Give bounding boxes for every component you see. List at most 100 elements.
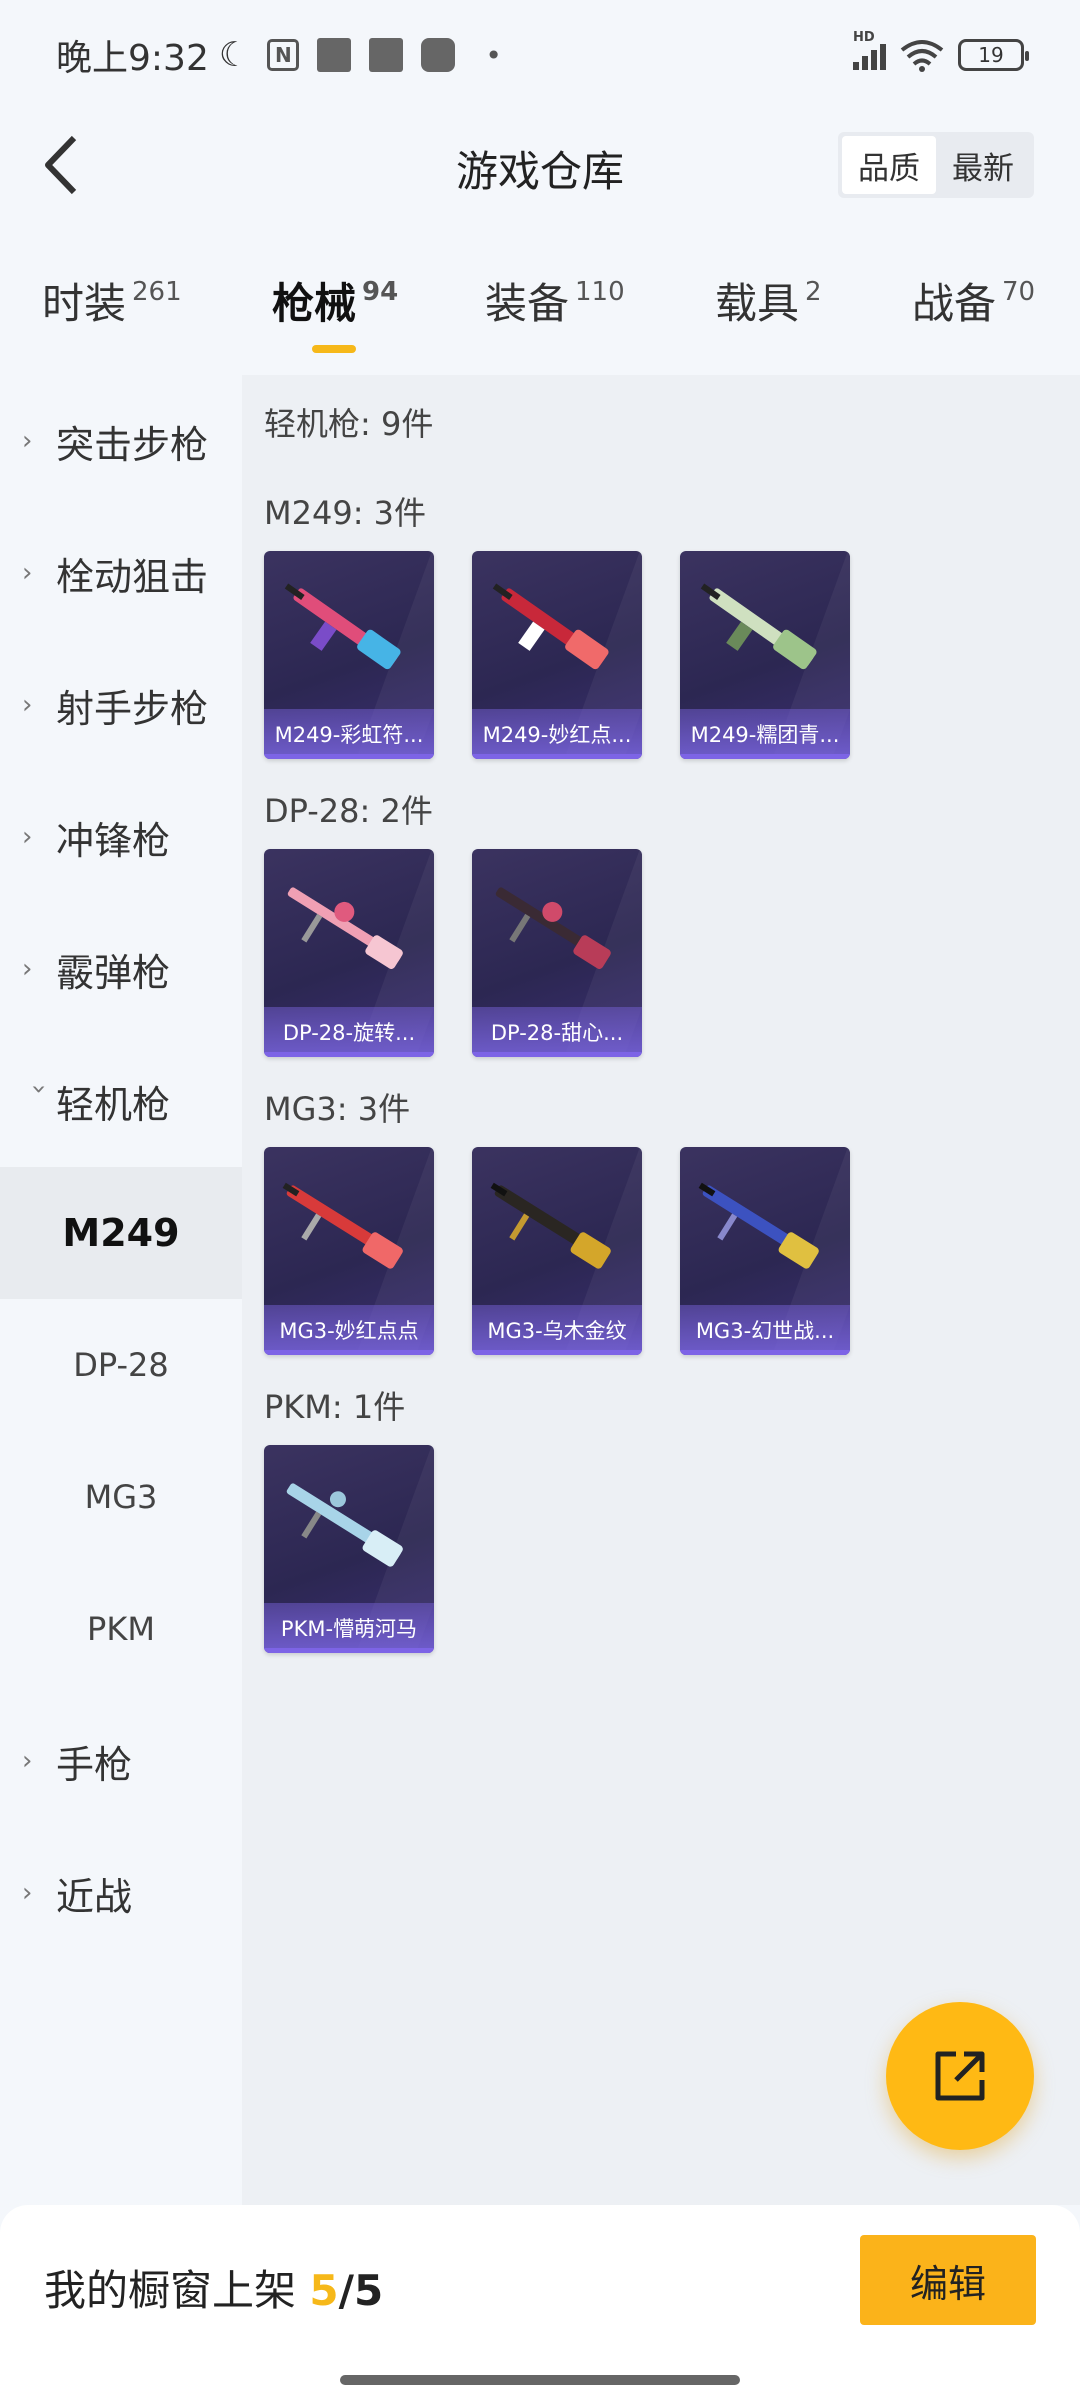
moon-icon: ☾ (218, 35, 250, 75)
sort-newest-button[interactable]: 最新 (936, 136, 1030, 194)
tab-count: 2 (805, 277, 822, 307)
item-card[interactable]: M249-妙红点... (472, 551, 642, 759)
item-name: MG3-乌木金纹 (472, 1305, 642, 1355)
sidebar-item-melee[interactable]: › 近战 (0, 1827, 242, 1959)
sidebar-subitem-pkm[interactable]: PKM (0, 1563, 242, 1695)
item-name: MG3-妙红点点 (264, 1305, 434, 1355)
sidebar-subitem-dp28[interactable]: DP-28 (0, 1299, 242, 1431)
sidebar-item-marksman-rifle[interactable]: › 射手步枪 (0, 639, 242, 771)
share-external-icon (935, 2051, 985, 2101)
sidebar-item-assault-rifle[interactable]: › 突击步枪 (0, 375, 242, 507)
item-name: M249-彩虹符... (264, 709, 434, 759)
status-time: 晚上9:32 (56, 38, 209, 79)
chevron-right-icon: › (22, 1746, 33, 1776)
tab-count: 94 (362, 277, 399, 307)
sidebar-item-bolt-sniper[interactable]: › 栓动狙击 (0, 507, 242, 639)
weapon-category-sidebar: › 突击步枪 › 栓动狙击 › 射手步枪 › 冲锋枪 › 霰弹枪 › 轻机枪 M249 DP… (0, 375, 242, 2205)
tab-firearms[interactable]: 枪械 94 (272, 270, 398, 331)
sort-quality-button[interactable]: 品质 (842, 136, 936, 194)
sidebar-subitem-m249[interactable]: M249 (0, 1167, 242, 1299)
gun-skin-image (490, 1182, 611, 1269)
showcase-label: 我的橱窗上架 (44, 2266, 297, 2315)
gun-skin-image (700, 583, 817, 670)
sidebar-item-label: 手枪 (56, 1742, 133, 1787)
tab-combat-gear[interactable]: 战备 70 (912, 270, 1035, 331)
chevron-right-icon: › (22, 690, 33, 720)
item-grid-panel: 轻机枪: 9件 M249: 3件 M249-彩虹符... M249-妙红点...… (242, 375, 1080, 2205)
more-notifications-icon: • (485, 38, 502, 72)
sidebar-item-lmg[interactable]: › 轻机枪 (0, 1035, 242, 1167)
tab-label: 战备 (912, 279, 997, 328)
notification-icon (317, 38, 352, 72)
sidebar-item-label: 近战 (56, 1874, 133, 1919)
sidebar-item-pistol[interactable]: › 手枪 (0, 1695, 242, 1827)
item-card[interactable]: M249-糯团青... (680, 551, 850, 759)
status-bar: 晚上9:32 ☾ N • HD 19 (0, 0, 1080, 110)
showcase-total: /5 (338, 2266, 384, 2315)
sidebar-item-label: 射手步枪 (56, 686, 209, 731)
sidebar-item-label: 突击步枪 (56, 422, 209, 467)
group-title-mg3: MG3: 3件 (264, 1090, 411, 1128)
tab-label: 枪械 (272, 279, 357, 328)
chevron-right-icon: › (22, 822, 33, 852)
item-name: DP-28-旋转... (264, 1007, 434, 1057)
tab-label: 载具 (715, 279, 800, 328)
group-title-dp28: DP-28: 2件 (264, 792, 433, 830)
category-summary: 轻机枪: 9件 (264, 405, 434, 443)
item-name: PKM-懵萌河马 (264, 1603, 434, 1653)
notification-icon (369, 38, 404, 72)
wifi-icon (900, 40, 944, 72)
item-card[interactable]: MG3-乌木金纹 (472, 1147, 642, 1355)
gun-skin-image (492, 583, 609, 670)
hd-badge: HD (853, 30, 875, 45)
item-name: M249-糯团青... (680, 709, 850, 759)
item-name: MG3-幻世战... (680, 1305, 850, 1355)
group-title-pkm: PKM: 1件 (264, 1388, 406, 1426)
sidebar-item-label: 霰弹枪 (56, 950, 171, 995)
showcase-bar: 我的橱窗上架 5/5 编辑 (0, 2205, 1080, 2400)
sidebar-item-label: 冲锋枪 (56, 818, 171, 863)
item-card[interactable]: DP-28-甜心... (472, 849, 642, 1057)
sidebar-item-label: 轻机枪 (56, 1082, 171, 1127)
sidebar-subitem-mg3[interactable]: MG3 (0, 1431, 242, 1563)
tab-count: 70 (1002, 277, 1036, 307)
notification-icon (421, 38, 456, 72)
showcase-status: 我的橱窗上架 5/5 (44, 2257, 383, 2318)
showcase-count: 5 (309, 2266, 339, 2315)
battery-level: 19 (978, 43, 1004, 67)
tab-fashion[interactable]: 时装 261 (42, 270, 182, 331)
tab-label: 装备 (485, 279, 570, 328)
sidebar-item-label: 栓动狙击 (56, 554, 209, 599)
item-card[interactable]: M249-彩虹符... (264, 551, 434, 759)
chevron-down-icon: › (24, 1084, 54, 1095)
item-name: M249-妙红点... (472, 709, 642, 759)
gun-skin-image (286, 1483, 403, 1567)
chevron-right-icon: › (22, 1878, 33, 1908)
gun-skin-image (495, 887, 611, 969)
gun-skin-image (287, 887, 403, 969)
category-tabs: 时装 261 枪械 94 装备 110 载具 2 战备 70 (0, 250, 1080, 360)
item-card[interactable]: MG3-幻世战... (680, 1147, 850, 1355)
group-title-m249: M249: 3件 (264, 494, 427, 532)
item-card[interactable]: MG3-妙红点点 (264, 1147, 434, 1355)
tab-count: 261 (132, 277, 182, 307)
edit-button[interactable]: 编辑 (860, 2235, 1036, 2325)
signal-icon: HD (853, 30, 886, 70)
item-card[interactable]: PKM-懵萌河马 (264, 1445, 434, 1653)
gun-skin-image (282, 1182, 403, 1269)
item-name: DP-28-甜心... (472, 1007, 642, 1057)
tab-vehicles[interactable]: 载具 2 (715, 270, 822, 331)
share-fab-button[interactable] (886, 2002, 1034, 2150)
home-indicator[interactable] (340, 2375, 740, 2385)
nfc-icon: N (267, 39, 300, 71)
chevron-right-icon: › (22, 954, 33, 984)
item-card[interactable]: DP-28-旋转... (264, 849, 434, 1057)
active-tab-indicator (312, 345, 356, 353)
battery-icon: 19 (958, 39, 1029, 71)
gun-skin-image (284, 583, 401, 670)
sort-toggle: 品质 最新 (838, 132, 1034, 198)
tab-equipment[interactable]: 装备 110 (485, 270, 625, 331)
tab-count: 110 (575, 277, 625, 307)
sidebar-item-shotgun[interactable]: › 霰弹枪 (0, 903, 242, 1035)
sidebar-item-smg[interactable]: › 冲锋枪 (0, 771, 242, 903)
